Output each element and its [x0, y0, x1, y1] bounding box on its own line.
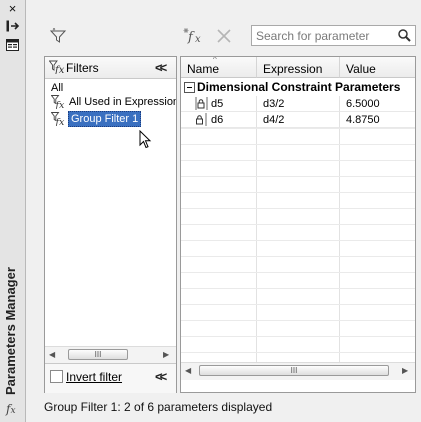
delete-icon[interactable] — [216, 28, 232, 44]
fx-icon: fx — [6, 402, 16, 416]
value-cell[interactable]: 4.8750 — [340, 112, 415, 128]
filter-item-used-in-expressions[interactable]: fx All Used in Expressions — [51, 95, 176, 109]
dimension-constraint-icon — [195, 97, 208, 110]
scroll-thumb[interactable]: III — [199, 365, 389, 376]
filter-item-all[interactable]: All — [51, 82, 63, 96]
collapse-group-icon[interactable] — [184, 82, 195, 93]
scroll-left-icon[interactable]: ◀ — [49, 350, 55, 359]
parameters-grid: Name ^ Expression Value Dimensional Cons… — [180, 56, 416, 393]
filters-horizontal-scrollbar[interactable]: ◀ III ▶ — [45, 346, 176, 363]
filter-fx-icon: fx — [51, 95, 65, 109]
filter-fx-icon: fx — [48, 60, 65, 77]
group-header-row[interactable]: Dimensional Constraint Parameters — [181, 79, 415, 95]
search-icon[interactable] — [397, 28, 411, 45]
invert-filter-label[interactable]: Invert filter — [66, 370, 122, 384]
properties-icon[interactable] — [4, 37, 21, 52]
filters-panel: fx Filters << All fx All Used in Express… — [44, 56, 177, 393]
table-row[interactable]: d6 d4/2 4.8750 — [181, 112, 415, 128]
palette-title: Parameters Manager — [3, 267, 18, 395]
filter-item-label: All Used in Expressions — [69, 96, 176, 108]
column-header-label: Name — [187, 62, 220, 76]
invert-filter-checkbox[interactable] — [50, 370, 63, 383]
auto-hide-icon[interactable] — [4, 18, 21, 33]
collapse-filters-icon[interactable]: << — [155, 60, 167, 75]
name-cell[interactable]: d5 — [181, 96, 257, 112]
svg-text:fx: fx — [54, 65, 65, 74]
name-text: d5 — [211, 98, 224, 110]
svg-text:fx: fx — [55, 117, 66, 126]
scroll-right-icon[interactable]: ▶ — [402, 366, 408, 375]
create-filter-icon[interactable] — [50, 28, 68, 44]
group-header-label: Dimensional Constraint Parameters — [197, 80, 401, 94]
table-row[interactable]: d5 d3/2 6.5000 — [181, 96, 415, 112]
status-text: Group Filter 1: 2 of 6 parameters displa… — [44, 400, 273, 414]
close-icon[interactable]: × — [4, 1, 21, 16]
column-header-label: Expression — [263, 62, 323, 76]
filter-fx-icon: fx — [51, 112, 65, 126]
value-cell[interactable]: 6.5000 — [340, 96, 415, 112]
svg-text:f: f — [187, 30, 195, 45]
name-cell[interactable]: d6 — [181, 112, 257, 128]
filters-title: Filters — [66, 61, 99, 75]
sort-ascending-icon: ^ — [213, 56, 217, 64]
expression-cell[interactable]: d3/2 — [257, 96, 340, 112]
svg-text:x: x — [195, 34, 201, 45]
scroll-right-icon[interactable]: ▶ — [163, 350, 169, 359]
name-text: d6 — [211, 114, 224, 126]
grid-empty-area — [181, 128, 415, 362]
palette-title-strip: × Parameters Manager fx — [0, 0, 26, 422]
scroll-left-icon[interactable]: ◀ — [185, 366, 191, 375]
filter-item-label: Group Filter 1 — [68, 111, 142, 127]
column-header-value[interactable]: Value — [340, 57, 415, 78]
filters-footer: Invert filter << — [45, 363, 176, 393]
grid-horizontal-scrollbar[interactable]: ◀ III ▶ — [181, 362, 415, 380]
filter-item-group-filter-1[interactable]: fx Group Filter 1 — [51, 111, 176, 127]
expression-cell[interactable]: d4/2 — [257, 112, 340, 128]
filters-header: fx Filters << — [45, 57, 176, 79]
svg-text:fx: fx — [55, 100, 66, 109]
collapse-filters-icon[interactable]: << — [155, 369, 167, 384]
column-header-expression[interactable]: Expression — [257, 57, 340, 78]
search-input[interactable] — [256, 28, 394, 43]
filter-item-label: All — [51, 82, 64, 94]
new-user-parameter-icon[interactable]: f x — [183, 27, 207, 45]
scroll-thumb[interactable]: III — [68, 349, 128, 360]
column-header-name[interactable]: Name ^ — [181, 57, 257, 78]
search-box[interactable] — [251, 25, 416, 46]
mouse-cursor-icon — [139, 130, 152, 149]
dimension-constraint-icon — [196, 113, 207, 126]
column-header-label: Value — [346, 62, 376, 76]
